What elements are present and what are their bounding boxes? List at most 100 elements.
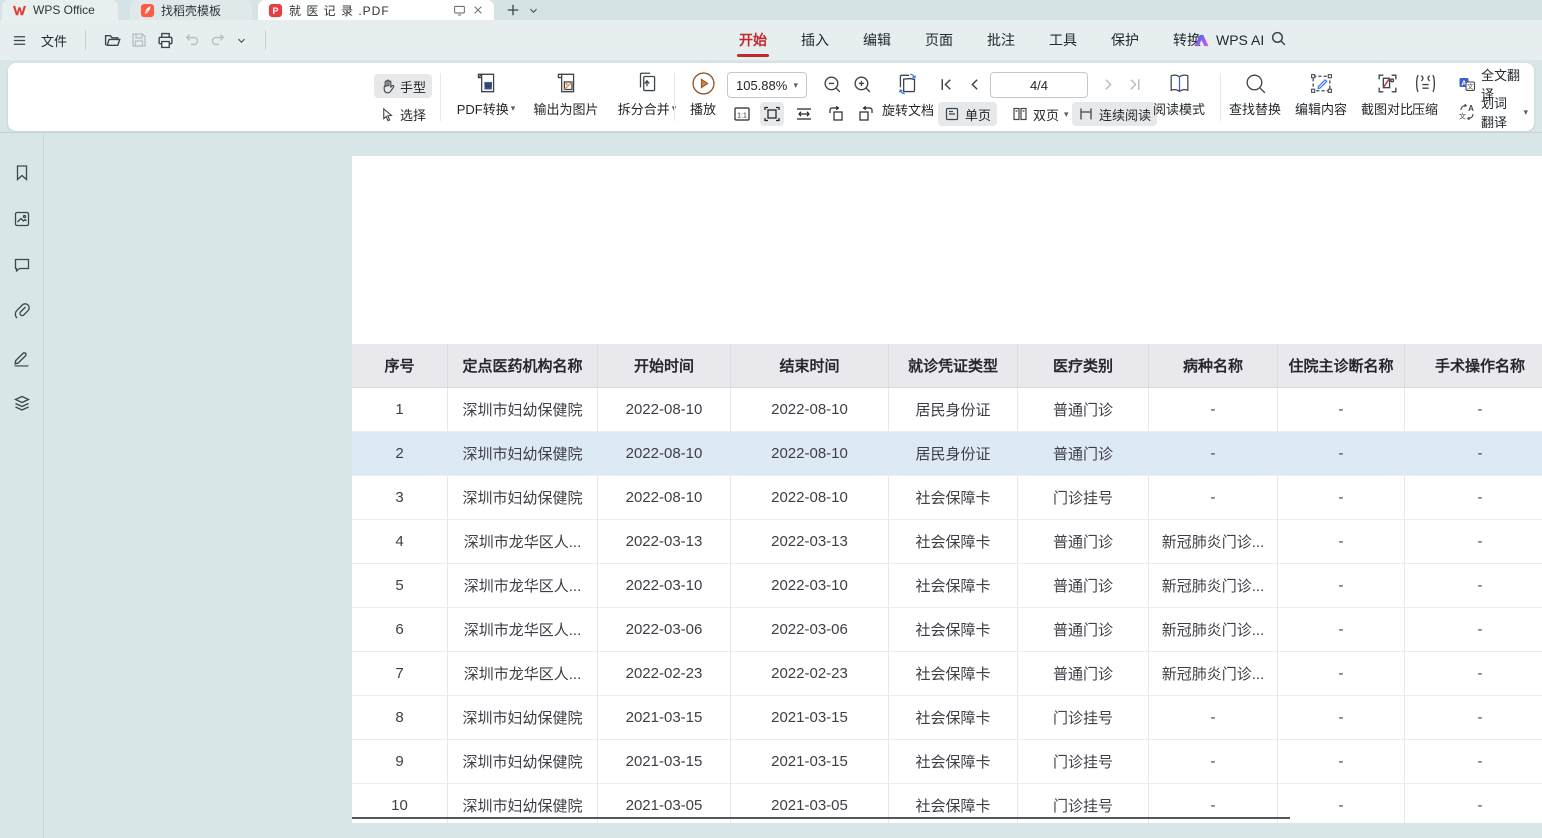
- pdf-convert-label: PDF转换: [457, 99, 509, 118]
- pdf-page[interactable]: 序号定点医药机构名称开始时间结束时间就诊凭证类型医疗类别病种名称住院主诊断名称手…: [352, 156, 1542, 823]
- compress-icon: [1413, 71, 1438, 96]
- tab-list-chevron-icon[interactable]: [528, 5, 539, 16]
- table-row[interactable]: 7深圳市龙华区人...2022-02-232022-02-23社会保障卡普通门诊…: [352, 652, 1542, 696]
- table-row[interactable]: 3深圳市妇幼保健院2022-08-102022-08-10社会保障卡门诊挂号--…: [352, 476, 1542, 520]
- table-bottom-border: [352, 817, 1290, 819]
- table-cell: -: [1278, 388, 1405, 431]
- rotate-document-button[interactable]: 旋转文档: [876, 71, 940, 119]
- table-cell: 6: [352, 608, 448, 651]
- table-cell: 2021-03-15: [598, 696, 731, 739]
- ribbon-toolbar: 手型 选择 W PDF转换▾ 输出为图片 拆分合并▾ 播放 105.88%▾: [8, 63, 1534, 131]
- table-row[interactable]: 8深圳市妇幼保健院2021-03-152021-03-15社会保障卡门诊挂号--…: [352, 696, 1542, 740]
- table-cell: 2022-02-23: [731, 652, 889, 695]
- table-cell: 2022-02-23: [598, 652, 731, 695]
- fit-width-button[interactable]: [792, 102, 816, 126]
- undo-icon[interactable]: [184, 32, 200, 48]
- table-cell: 3: [352, 476, 448, 519]
- attachment-icon[interactable]: [10, 299, 34, 323]
- pdf-convert-button[interactable]: W PDF转换▾: [448, 70, 524, 118]
- menu-tab-protect[interactable]: 保护: [1109, 20, 1141, 60]
- page-number-input[interactable]: 4/4: [990, 72, 1088, 98]
- single-page-button[interactable]: 单页: [938, 102, 997, 126]
- table-row[interactable]: 5深圳市龙华区人...2022-03-102022-03-10社会保障卡普通门诊…: [352, 564, 1542, 608]
- wps-logo-icon: [12, 3, 27, 18]
- column-header: 定点医药机构名称: [448, 344, 598, 387]
- thumbnail-icon[interactable]: [10, 207, 34, 231]
- last-page-icon[interactable]: [1126, 76, 1143, 93]
- screenshot-compare-icon: [1375, 71, 1400, 96]
- tab-wps-office[interactable]: WPS Office: [2, 0, 118, 20]
- column-header: 手术操作名称: [1405, 344, 1542, 387]
- signature-icon[interactable]: [10, 345, 34, 369]
- table-cell: 5: [352, 564, 448, 607]
- table-cell: 居民身份证: [889, 388, 1018, 431]
- comment-panel-icon[interactable]: [10, 253, 34, 277]
- search-icon[interactable]: [1270, 30, 1287, 47]
- play-button[interactable]: 播放: [680, 71, 726, 118]
- read-mode-label: 阅读模式: [1153, 99, 1205, 118]
- table-cell: -: [1405, 476, 1542, 519]
- table-cell: 2022-08-10: [731, 388, 889, 431]
- table-row[interactable]: 9深圳市妇幼保健院2021-03-152021-03-15社会保障卡门诊挂号--…: [352, 740, 1542, 784]
- close-tab-icon[interactable]: [472, 4, 484, 16]
- edit-content-button[interactable]: 编辑内容: [1290, 71, 1352, 118]
- zoom-in-icon[interactable]: [852, 74, 873, 95]
- layers-icon[interactable]: [10, 391, 34, 415]
- fit-page-button[interactable]: [760, 102, 784, 126]
- edit-content-label: 编辑内容: [1295, 99, 1347, 118]
- find-replace-button[interactable]: 查找替换: [1224, 71, 1286, 118]
- first-page-icon[interactable]: [938, 76, 955, 93]
- file-menu[interactable]: 文件: [41, 31, 67, 50]
- wps-ai-button[interactable]: WPS AI: [1193, 20, 1264, 60]
- svg-text:P: P: [273, 5, 279, 15]
- word-translate-button[interactable]: 文A 划词翻译 ▾: [1452, 100, 1534, 124]
- export-image-button[interactable]: 输出为图片: [526, 70, 606, 118]
- actual-size-button[interactable]: 1:1: [730, 102, 754, 126]
- menu-tab-comment[interactable]: 批注: [985, 20, 1017, 60]
- rotate-left-button[interactable]: [824, 102, 848, 126]
- column-header: 住院主诊断名称: [1278, 344, 1405, 387]
- continuous-read-button[interactable]: 连续阅读: [1072, 102, 1157, 126]
- prev-page-icon[interactable]: [966, 76, 983, 93]
- table-cell: 2022-08-10: [598, 388, 731, 431]
- svg-text:1:1: 1:1: [737, 113, 747, 120]
- menu-tab-page[interactable]: 页面: [923, 20, 955, 60]
- open-file-icon[interactable]: [104, 32, 121, 49]
- menu-tab-edit[interactable]: 编辑: [861, 20, 893, 60]
- next-page-icon[interactable]: [1100, 76, 1117, 93]
- table-row[interactable]: 4深圳市龙华区人...2022-03-132022-03-13社会保障卡普通门诊…: [352, 520, 1542, 564]
- redo-icon[interactable]: [210, 32, 226, 48]
- document-title: 就 医 记 录 .PDF: [289, 2, 390, 19]
- table-cell: -: [1405, 564, 1542, 607]
- table-row[interactable]: 2深圳市妇幼保健院2022-08-102022-08-10居民身份证普通门诊--…: [352, 432, 1542, 476]
- new-tab-icon[interactable]: [506, 3, 520, 17]
- table-cell: 社会保障卡: [889, 740, 1018, 783]
- compress-button[interactable]: 压缩: [1402, 71, 1448, 118]
- table-cell: 门诊挂号: [1018, 476, 1149, 519]
- bookmark-icon[interactable]: [10, 161, 34, 185]
- present-monitor-icon[interactable]: [453, 4, 466, 17]
- tab-docer[interactable]: 找稻壳模板: [130, 0, 252, 20]
- rotate-right-button[interactable]: [854, 102, 878, 126]
- table-cell: -: [1149, 476, 1278, 519]
- zoom-out-icon[interactable]: [822, 74, 843, 95]
- print-icon[interactable]: [157, 32, 174, 49]
- table-cell: 新冠肺炎门诊...: [1149, 564, 1278, 607]
- select-tool-button[interactable]: 选择: [374, 102, 432, 126]
- table-cell: 新冠肺炎门诊...: [1149, 608, 1278, 651]
- find-replace-label: 查找替换: [1229, 99, 1281, 118]
- menu-tab-insert[interactable]: 插入: [799, 20, 831, 60]
- menu-tab-home[interactable]: 开始: [737, 20, 769, 60]
- undo-history-chevron-icon[interactable]: [236, 35, 247, 46]
- save-icon[interactable]: [131, 32, 147, 48]
- tab-document-active[interactable]: P 就 医 记 录 .PDF: [258, 0, 494, 20]
- hand-tool-button[interactable]: 手型: [374, 74, 432, 98]
- read-mode-button[interactable]: 阅读模式: [1148, 71, 1210, 118]
- main-menu-icon[interactable]: [12, 33, 27, 48]
- double-page-button[interactable]: 双页 ▾: [1006, 102, 1075, 126]
- table-row[interactable]: 6深圳市龙华区人...2022-03-062022-03-06社会保障卡普通门诊…: [352, 608, 1542, 652]
- table-row[interactable]: 1深圳市妇幼保健院2022-08-102022-08-10居民身份证普通门诊--…: [352, 388, 1542, 432]
- menu-tab-tools[interactable]: 工具: [1047, 20, 1079, 60]
- zoom-level-select[interactable]: 105.88%▾: [727, 72, 807, 98]
- document-workspace: 序号定点医药机构名称开始时间结束时间就诊凭证类型医疗类别病种名称住院主诊断名称手…: [0, 132, 1542, 837]
